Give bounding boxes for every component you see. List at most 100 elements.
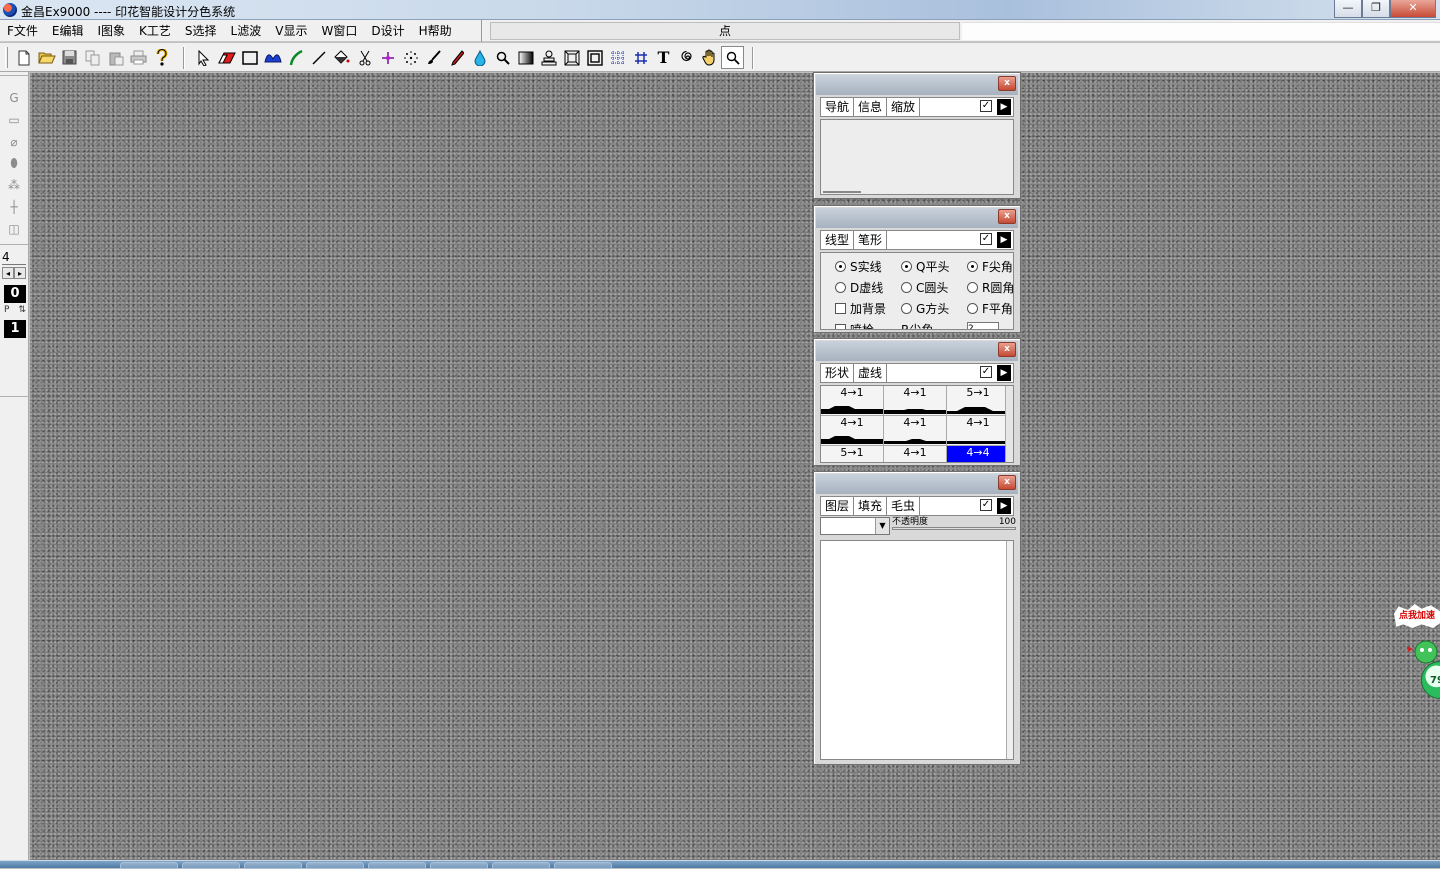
hand-icon[interactable] [698, 46, 721, 69]
tab-zoom[interactable]: 缩放 [887, 98, 921, 116]
panel-menu-button[interactable]: ▶ [997, 498, 1011, 514]
panel-close-button[interactable]: x [998, 76, 1016, 91]
panel-pin-checkbox[interactable]: ✓ [980, 366, 992, 378]
app-icon[interactable] [3, 3, 17, 17]
minimize-button[interactable]: — [1334, 0, 1362, 18]
help-icon[interactable] [150, 46, 173, 69]
tab-info[interactable]: 信息 [854, 98, 888, 116]
shape-cell[interactable]: 4→1 [884, 386, 947, 416]
layer-list[interactable] [820, 540, 1014, 760]
save-icon[interactable] [58, 46, 81, 69]
gradient-icon[interactable] [514, 46, 537, 69]
background-checkbox[interactable]: 加背景 [835, 300, 886, 317]
square-head-option[interactable]: G方头 [901, 300, 949, 317]
tab-shape[interactable]: 形状 [821, 364, 855, 382]
panel-pin-checkbox[interactable]: ✓ [980, 499, 992, 511]
menu-image[interactable]: I图象 [91, 20, 133, 42]
layer-list-scrollbar[interactable] [1006, 541, 1013, 759]
strip-tool-g[interactable]: G [4, 89, 24, 107]
print-icon[interactable] [127, 46, 150, 69]
toolbar-grip[interactable] [5, 47, 8, 68]
shape-scrollbar[interactable] [1005, 386, 1013, 462]
menu-edit[interactable]: E编辑 [45, 20, 91, 42]
new-icon[interactable] [12, 46, 35, 69]
secondary-color-index[interactable]: 1 [4, 320, 26, 338]
menu-filter[interactable]: L滤波 [224, 20, 269, 42]
frame-icon[interactable] [560, 46, 583, 69]
menu-window[interactable]: W窗口 [314, 20, 364, 42]
round-corner-option[interactable]: R圆角 [967, 279, 1013, 296]
panel-close-button[interactable]: x [998, 209, 1016, 224]
copy-icon[interactable] [81, 46, 104, 69]
open-icon[interactable] [35, 46, 58, 69]
stamp-icon[interactable] [537, 46, 560, 69]
panel-close-button[interactable]: x [998, 342, 1016, 357]
rectangle-icon[interactable] [238, 46, 261, 69]
paste-icon[interactable] [104, 46, 127, 69]
blob-icon[interactable] [261, 46, 284, 69]
shape-cell-selected[interactable]: 4→4 [947, 446, 1010, 462]
opacity-slider[interactable] [892, 527, 1016, 530]
tab-navigate[interactable]: 导航 [821, 98, 855, 116]
panel-pin-checkbox[interactable]: ✓ [980, 100, 992, 112]
double-frame-icon[interactable] [583, 46, 606, 69]
marquee-icon[interactable]: ▭ [4, 111, 24, 129]
magnifier-icon[interactable] [491, 46, 514, 69]
panel-title-bar[interactable] [816, 75, 1018, 95]
zoom-icon[interactable] [721, 46, 744, 69]
tab-fill[interactable]: 填充 [854, 497, 888, 515]
tab-pen-shape[interactable]: 笔形 [854, 231, 888, 249]
shape-cell[interactable]: 4→1 [884, 446, 947, 462]
bucket-select-icon[interactable]: ⬮ [4, 154, 24, 172]
move-icon[interactable] [376, 46, 399, 69]
grid-icon[interactable] [629, 46, 652, 69]
panel-title-bar[interactable] [816, 474, 1018, 494]
lasso-icon[interactable]: ⌀ [4, 133, 24, 151]
pointer-icon[interactable] [192, 46, 215, 69]
scissors-icon[interactable] [353, 46, 376, 69]
shape-cell[interactable]: 4→1 [821, 416, 884, 446]
shape-cell[interactable]: 4→1 [947, 416, 1010, 446]
panel-pin-checkbox[interactable]: ✓ [980, 233, 992, 245]
pen-icon[interactable] [445, 46, 468, 69]
panel-menu-button[interactable]: ▶ [997, 365, 1011, 381]
menu-select[interactable]: S选择 [178, 20, 224, 42]
curve-icon[interactable] [284, 46, 307, 69]
speed-up-badge[interactable]: 点我加速 [1394, 604, 1440, 628]
menu-file[interactable]: F文件 [0, 20, 45, 42]
magic-select-icon[interactable]: ⁂ [4, 176, 24, 194]
panel-menu-button[interactable]: ▶ [997, 99, 1011, 115]
grid-dots-icon[interactable] [606, 46, 629, 69]
spin-right-button[interactable]: ▸ [14, 267, 26, 279]
spiral-icon[interactable] [675, 46, 698, 69]
panel-title-bar[interactable] [816, 208, 1018, 228]
opacity-control[interactable]: 不透明度 100 [892, 517, 1016, 530]
tab-line-type[interactable]: 线型 [821, 231, 855, 249]
drop-icon[interactable] [468, 46, 491, 69]
text-icon[interactable]: T [652, 46, 675, 69]
line-icon[interactable] [307, 46, 330, 69]
menu-view[interactable]: V显示 [268, 20, 314, 42]
flat-corner-option[interactable]: F平角 [967, 300, 1013, 317]
flat-head-option[interactable]: Q平头 [901, 258, 949, 275]
shape-cell[interactable]: 4→1 [884, 416, 947, 446]
panel-close-button[interactable]: x [998, 475, 1016, 490]
sharp-corner-option[interactable]: F尖角 [967, 258, 1013, 275]
panel-menu-button[interactable]: ▶ [997, 232, 1011, 248]
solid-line-option[interactable]: S实线 [835, 258, 882, 275]
size-value-input[interactable]: 4 [2, 249, 26, 265]
round-head-option[interactable]: C圆头 [901, 279, 948, 296]
brush-icon[interactable] [422, 46, 445, 69]
blend-mode-select[interactable]: ▼ [820, 517, 890, 535]
canvas-workspace[interactable] [30, 73, 1440, 860]
dashed-line-option[interactable]: D虚线 [835, 279, 883, 296]
close-button[interactable]: ✕ [1390, 0, 1436, 18]
panel-title-bar[interactable] [816, 341, 1018, 361]
tab-layers[interactable]: 图层 [821, 497, 855, 515]
shape-cell[interactable]: 4→1 [821, 386, 884, 416]
fill-bucket-icon[interactable] [330, 46, 353, 69]
spin-left-button[interactable]: ◂ [2, 267, 14, 279]
shape-cell[interactable]: 5→1 [821, 446, 884, 462]
eraser-icon[interactable] [215, 46, 238, 69]
crosshair-icon[interactable]: ┼ [4, 198, 24, 216]
